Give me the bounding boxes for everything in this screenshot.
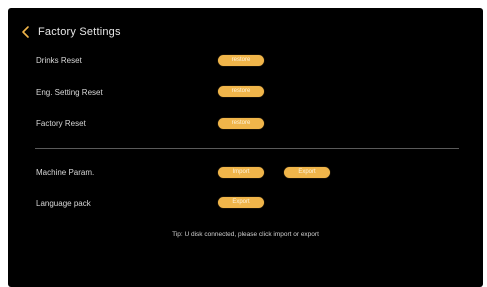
- language-pack-export-button[interactable]: Export: [218, 197, 264, 208]
- usb-tip-text: Tip: U disk connected, please click impo…: [172, 231, 319, 238]
- factory-reset-restore-button[interactable]: restore: [218, 118, 264, 129]
- eng-setting-reset-restore-button[interactable]: restore: [218, 86, 264, 97]
- drinks-reset-label: Drinks Reset: [36, 56, 82, 65]
- page-title: Factory Settings: [38, 26, 121, 38]
- eng-setting-reset-label: Eng. Setting Reset: [36, 88, 103, 97]
- machine-param-import-button[interactable]: Import: [218, 167, 264, 178]
- header: Factory Settings: [18, 24, 121, 40]
- factory-settings-screen: Factory Settings Drinks Reset restore En…: [8, 8, 483, 287]
- chevron-left-icon[interactable]: [18, 24, 34, 40]
- factory-reset-label: Factory Reset: [36, 119, 86, 128]
- drinks-reset-restore-button[interactable]: restore: [218, 55, 264, 66]
- machine-param-export-button[interactable]: Export: [284, 167, 330, 178]
- language-pack-label: Language pack: [36, 199, 91, 208]
- section-divider: [35, 148, 459, 149]
- machine-param-label: Machine Param.: [36, 168, 95, 177]
